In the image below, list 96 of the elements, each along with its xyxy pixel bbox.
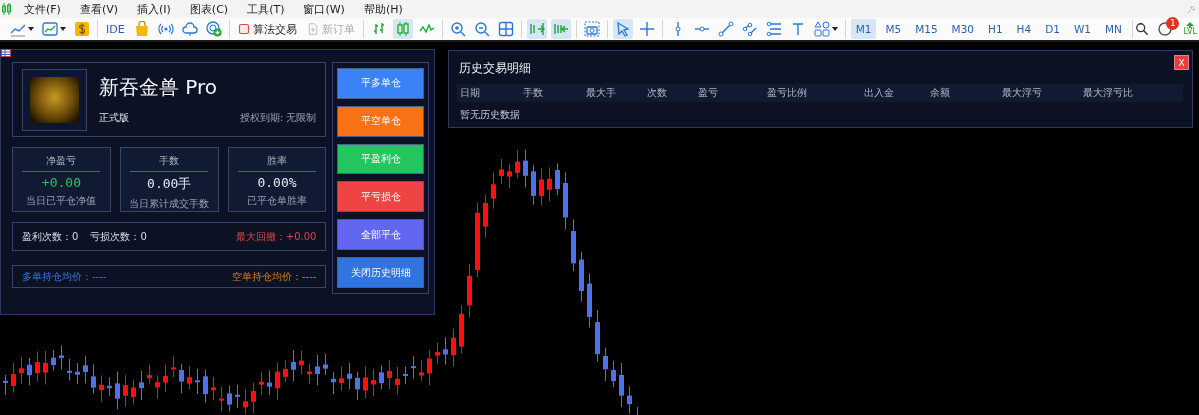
menu-item[interactable]: 工具(T): [239, 1, 296, 17]
edition-label: 正式版: [99, 111, 129, 125]
chart-window-icon: [42, 21, 58, 37]
shapes-button[interactable]: [811, 19, 840, 39]
close-button[interactable]: X: [1174, 55, 1189, 70]
chart-shift-icon: [552, 21, 569, 37]
caret-icon: [28, 27, 34, 31]
stop-square-icon: [237, 23, 250, 35]
history-title: 历史交易明细: [459, 60, 531, 77]
column-header: 盈亏: [698, 86, 719, 100]
toolbar-button[interactable]: 算法交易: [234, 19, 300, 39]
long-average-price: 多单持仓均价：----: [22, 269, 107, 284]
stat-label: 手数: [130, 154, 209, 172]
menu-item[interactable]: 图表(C): [181, 1, 240, 17]
trendline-icon: [717, 21, 734, 37]
short-average-price: 空单持仓均价：----: [232, 269, 317, 284]
column-header: 余额: [930, 86, 951, 100]
empty-message: 暂无历史数据: [460, 108, 520, 122]
chart-window-button[interactable]: [40, 19, 68, 39]
candlestick-logo-icon: [2, 3, 12, 15]
document-plus-icon: [306, 22, 319, 36]
caret-icon: [831, 27, 838, 31]
timeframe-button[interactable]: D1: [1040, 19, 1065, 39]
up-arrow-icon: [1186, 22, 1195, 28]
menu-item[interactable]: 查看(V): [71, 1, 130, 17]
stat-value: 0.00手: [147, 175, 192, 193]
search-icon[interactable]: [1135, 22, 1150, 36]
close-positions-button[interactable]: 平亏损仓: [337, 181, 424, 213]
loss-count: 亏损次数：0: [90, 229, 147, 244]
stat-value: 0.00%: [257, 175, 297, 190]
shopping-bag-icon: [133, 21, 150, 37]
dollar-button[interactable]: [72, 19, 92, 39]
column-header: 出入金: [864, 86, 895, 100]
lvl-button[interactable]: LVL: [1183, 22, 1197, 36]
timeframe-button[interactable]: W1: [1068, 19, 1096, 39]
fibonacci-lines-icon: [765, 21, 782, 37]
menu-item[interactable]: 窗口(W): [295, 1, 356, 17]
table-icon[interactable]: [1, 49, 11, 57]
timeframe-button[interactable]: M15: [910, 19, 943, 39]
logo-image-placeholder: [30, 76, 79, 123]
stat-value: +0.00: [41, 175, 81, 190]
notification-button[interactable]: 1: [1157, 20, 1176, 38]
column-header: 最大浮亏: [1002, 86, 1043, 100]
add-circle-icon: [205, 21, 222, 37]
chat-bubble-icon: [1157, 20, 1174, 36]
column-header: 日期: [460, 86, 481, 100]
stat-label: 净盈亏: [22, 154, 101, 172]
stat-label: 胜率: [238, 154, 317, 172]
timeframe-button[interactable]: M30: [946, 19, 979, 39]
dollar-icon: [74, 21, 90, 37]
cloud-button[interactable]: [179, 19, 200, 39]
close-positions-button[interactable]: 关闭历史明细: [337, 257, 424, 288]
timeframe-button[interactable]: H4: [1011, 19, 1037, 39]
zoom-out-icon: [473, 21, 490, 37]
timeframe-button[interactable]: H1: [983, 19, 1008, 39]
shapes-icon: [813, 21, 830, 37]
screenshot-icon: [583, 21, 600, 37]
cursor-icon: [614, 21, 631, 37]
column-header: 最大手: [586, 86, 617, 100]
cursor-button[interactable]: [612, 19, 633, 39]
stat-caption: 已平仓单胜率: [247, 194, 308, 208]
license-expiry: 授权到期: 无限制: [239, 111, 317, 125]
menu-item[interactable]: 文件(F): [16, 1, 72, 17]
grid-icon: [497, 21, 514, 37]
cloud-icon: [181, 21, 198, 37]
column-header: 盈亏比例: [767, 86, 808, 100]
notification-badge: 1: [1166, 17, 1180, 30]
candlestick-icon: [394, 21, 411, 37]
column-header: 次数: [647, 86, 668, 100]
channel-icon: [741, 21, 758, 37]
screenshot-button[interactable]: [581, 19, 602, 39]
win-count: 盈利次数：0: [22, 229, 79, 244]
product-title: 新吞金兽 Pro: [99, 74, 219, 101]
close-positions-button[interactable]: 全部平仓: [337, 219, 424, 251]
trendline-button[interactable]: [715, 19, 736, 39]
autoscroll-button[interactable]: [526, 19, 547, 39]
stat-caption: 当日已平仓净值: [26, 194, 97, 208]
timeframe-button[interactable]: M1: [850, 19, 877, 39]
close-positions-button[interactable]: 平多单仓: [337, 68, 424, 99]
candlestick-button[interactable]: [392, 19, 413, 39]
timeframe-button[interactable]: M5: [880, 19, 907, 39]
column-header: 手数: [523, 86, 544, 100]
autoscroll-icon: [528, 21, 545, 37]
caret-icon: [60, 27, 66, 31]
menu-item[interactable]: 插入(I): [129, 1, 182, 17]
chart-shift-button[interactable]: [550, 19, 571, 39]
zoom-in-icon: [449, 21, 466, 37]
signal-icon: [157, 21, 174, 37]
max-drawdown: 最大回撤：+0.00: [235, 229, 317, 244]
crosshair-icon: [638, 21, 655, 37]
add-circle-button[interactable]: [203, 19, 224, 39]
ide-button[interactable]: IDE: [103, 19, 128, 39]
menu-item[interactable]: 帮助(H): [355, 1, 414, 17]
stat-caption: 当日累计成交手数: [129, 197, 210, 211]
column-header: 最大浮亏比: [1083, 86, 1134, 100]
timeframe-button[interactable]: MN: [1100, 19, 1127, 39]
